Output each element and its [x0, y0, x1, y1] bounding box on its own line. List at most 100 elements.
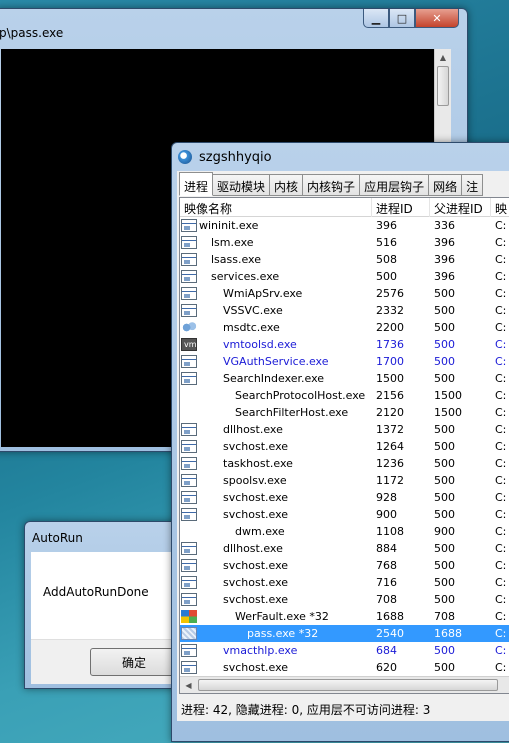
image-path: C: [495, 253, 507, 266]
table-row[interactable]: svchost.exe 1264 500 C: [180, 438, 509, 455]
process-icon [181, 372, 197, 385]
tab-4[interactable]: 应用层钩子 [360, 174, 430, 196]
scroll-thumb[interactable] [437, 66, 449, 106]
column-path[interactable]: 映 [491, 198, 509, 217]
process-icon [181, 508, 197, 521]
tab-1[interactable]: 驱动模块 [213, 174, 271, 196]
table-row[interactable]: lsass.exe 508 396 C: [180, 251, 509, 268]
table-row[interactable]: WmiApSrv.exe 2576 500 C: [180, 285, 509, 302]
column-image-name[interactable]: 映像名称 [180, 198, 372, 217]
process-icon [181, 355, 197, 368]
tab-5[interactable]: 网络 [429, 174, 463, 196]
process-name-cell: svchost.exe [180, 591, 372, 608]
scroll-thumb[interactable] [198, 679, 498, 691]
tab-bar: 进程 驱动模块 内核 内核钩子 应用层钩子 网络注 [179, 172, 484, 196]
process-id: 396 [376, 219, 397, 232]
table-row[interactable]: taskhost.exe 1236 500 C: [180, 455, 509, 472]
process-id: 768 [376, 559, 397, 572]
horizontal-scrollbar[interactable]: ◀ [180, 676, 509, 693]
close-icon[interactable]: ✕ [415, 9, 459, 28]
tab-3[interactable]: 内核钩子 [303, 174, 361, 196]
process-id: 620 [376, 661, 397, 674]
process-name: wininit.exe [199, 219, 259, 232]
table-row[interactable]: WerFault.exe *32 1688 708 C: [180, 608, 509, 625]
table-row[interactable]: vmacthlp.exe 684 500 C: [180, 642, 509, 659]
table-row[interactable]: svchost.exe 900 500 C: [180, 506, 509, 523]
image-path: C: [495, 593, 507, 606]
process-icon [181, 270, 197, 283]
process-id: 2156 [376, 389, 404, 402]
process-icon [181, 304, 197, 317]
process-id: 900 [376, 508, 397, 521]
table-row[interactable]: SearchProtocolHost.exe 2156 1500 C: [180, 387, 509, 404]
column-ppid[interactable]: 父进程ID [430, 198, 491, 217]
parent-process-id: 500 [434, 440, 455, 453]
process-name: lsass.exe [211, 253, 261, 266]
table-row[interactable]: wininit.exe 396 336 C: [180, 217, 509, 234]
process-name-cell: pass.exe *32 [180, 625, 372, 642]
image-path: C: [495, 491, 507, 504]
process-id: 1372 [376, 423, 404, 436]
table-row[interactable]: svchost.exe 928 500 C: [180, 489, 509, 506]
table-row[interactable]: spoolsv.exe 1172 500 C: [180, 472, 509, 489]
process-icon [181, 491, 197, 504]
table-row[interactable]: svchost.exe 708 500 C: [180, 591, 509, 608]
parent-process-id: 396 [434, 270, 455, 283]
table-row[interactable]: services.exe 500 396 C: [180, 268, 509, 285]
process-id: 708 [376, 593, 397, 606]
process-icon [181, 423, 197, 436]
status-bar: 进程: 42, 隐藏进程: 0, 应用层不可访问进程: 3 [181, 703, 431, 717]
table-row[interactable]: dwm.exe 1108 900 C: [180, 523, 509, 540]
process-icon [181, 661, 197, 674]
image-path: C: [495, 508, 507, 521]
table-row[interactable]: SearchIndexer.exe 1500 500 C: [180, 370, 509, 387]
table-row[interactable]: SearchFilterHost.exe 2120 1500 C: [180, 404, 509, 421]
table-row[interactable]: dllhost.exe 884 500 C: [180, 540, 509, 557]
table-row[interactable]: msdtc.exe 2200 500 C: [180, 319, 509, 336]
process-id: 2120 [376, 406, 404, 419]
image-path: C: [495, 542, 507, 555]
maximize-icon[interactable]: □ [389, 9, 415, 28]
tab-2[interactable]: 内核 [270, 174, 304, 196]
tab-6[interactable]: 注 [462, 174, 484, 196]
process-id: 508 [376, 253, 397, 266]
process-window-title: szgshhyqio [199, 150, 272, 165]
scroll-left-icon[interactable]: ◀ [180, 677, 197, 693]
table-row[interactable]: lsm.exe 516 396 C: [180, 234, 509, 251]
parent-process-id: 708 [434, 610, 455, 623]
image-path: C: [495, 270, 507, 283]
table-row[interactable]: VGAuthService.exe 1700 500 C: [180, 353, 509, 370]
process-name-cell: svchost.exe [180, 438, 372, 455]
column-pid[interactable]: 进程ID [372, 198, 430, 217]
tab-0[interactable]: 进程 [179, 172, 214, 196]
table-row[interactable]: VSSVC.exe 2332 500 C: [180, 302, 509, 319]
process-list-header: 映像名称 进程ID 父进程ID 映 [180, 198, 509, 217]
image-path: C: [495, 304, 507, 317]
process-name: msdtc.exe [223, 321, 280, 334]
table-row[interactable]: svchost.exe 768 500 C: [180, 557, 509, 574]
process-name: dwm.exe [235, 525, 285, 538]
process-icon [181, 253, 197, 266]
image-path: C: [495, 525, 507, 538]
process-name-cell: SearchIndexer.exe [180, 370, 372, 387]
parent-process-id: 396 [434, 236, 455, 249]
image-path: C: [495, 287, 507, 300]
process-id: 1264 [376, 440, 404, 453]
process-id: 2200 [376, 321, 404, 334]
ok-button[interactable]: 确定 [90, 648, 178, 676]
process-icon [181, 457, 197, 470]
autorun-button-area: 确定 [31, 639, 181, 684]
minimize-icon[interactable]: ▁ [363, 9, 389, 28]
process-name: SearchFilterHost.exe [235, 406, 349, 419]
parent-process-id: 336 [434, 219, 455, 232]
table-row[interactable]: pass.exe *32 2540 1688 C: [180, 625, 509, 642]
table-row[interactable]: dllhost.exe 1372 500 C: [180, 421, 509, 438]
process-list[interactable]: 映像名称 进程ID 父进程ID 映 wininit.exe 396 336 C: lsm… [179, 197, 509, 694]
table-row[interactable]: vmtoolsd.exe 1736 500 C: [180, 336, 509, 353]
network-icon [181, 321, 197, 334]
scroll-up-icon[interactable]: ▲ [435, 49, 451, 66]
table-row[interactable]: svchost.exe 620 500 C: [180, 659, 509, 676]
process-name-cell: taskhost.exe [180, 455, 372, 472]
table-row[interactable]: svchost.exe 716 500 C: [180, 574, 509, 591]
process-name: services.exe [211, 270, 280, 283]
